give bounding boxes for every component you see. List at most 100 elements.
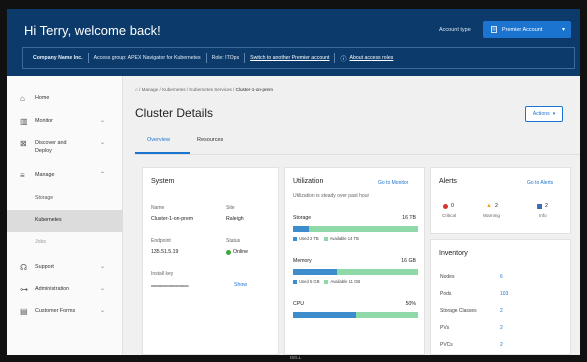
storage-label: Storage xyxy=(293,215,312,221)
storage-total: 16 TB xyxy=(402,215,416,221)
divider xyxy=(135,154,580,155)
home-icon: ⌂ xyxy=(20,94,25,103)
account-type-value: Premier Account xyxy=(502,26,543,33)
status-value: Online xyxy=(226,249,248,255)
breadcrumb-item[interactable]: Kubernetes Services xyxy=(189,87,231,92)
building-icon xyxy=(491,26,497,33)
switch-account-link[interactable]: Switch to another Premier account xyxy=(250,55,329,61)
inventory-label: Pods xyxy=(440,291,452,297)
company-name: Company Name Inc. xyxy=(33,55,83,61)
inventory-value-link[interactable]: 2 xyxy=(500,342,503,348)
go-to-monitor-link[interactable]: Go to Monitor xyxy=(378,180,408,186)
chevron-down-icon: ⌄ xyxy=(100,286,106,292)
divider xyxy=(205,53,207,63)
breadcrumb: ⌂ / Manage / Kubernetes / Kubernetes Ser… xyxy=(135,87,273,92)
storage-used-fill xyxy=(293,226,309,232)
admin-icon: ⊶ xyxy=(20,285,28,294)
available-swatch xyxy=(323,236,328,241)
access-group: Access group: APEX Navigator for Kuberne… xyxy=(93,55,201,61)
warning-icon: ▲ xyxy=(486,203,492,209)
inventory-title: Inventory xyxy=(439,250,468,257)
page-title: Cluster Details xyxy=(135,106,214,120)
breadcrumb-item[interactable]: Kubernetes xyxy=(162,87,186,92)
tab-overview[interactable]: Overview xyxy=(147,137,170,143)
app-screen: Hi Terry, welcome back! Account type Pre… xyxy=(7,9,580,355)
support-icon: ☊ xyxy=(20,263,28,272)
critical-label: Critical xyxy=(442,213,457,218)
info-icon xyxy=(537,203,542,209)
inventory-value-link[interactable]: 6 xyxy=(500,274,503,280)
sidebar-item-label: Administration xyxy=(35,286,70,292)
chevron-down-icon: ▾ xyxy=(561,27,565,33)
name-value: Cluster-1-on-prem xyxy=(151,216,194,222)
inventory-value-link[interactable]: 2 xyxy=(500,325,503,331)
sidebar-subitem-label: Kubernetes xyxy=(35,217,62,223)
sidebar-item-label: Manage xyxy=(35,172,55,178)
sidebar: ⌂ Home ▥ Monitor ⌄ ⊠ Discover and Deploy… xyxy=(7,76,123,355)
actions-button[interactable]: Actions ▾ xyxy=(525,106,563,122)
endpoint-value: 135.51.5.19 xyxy=(151,249,179,255)
memory-label: Memory xyxy=(293,258,312,264)
utilization-subtitle: Utilization is steady over past hour xyxy=(293,193,370,199)
info-count[interactable]: 2 xyxy=(537,203,548,209)
go-to-alerts-link[interactable]: Go to Alerts xyxy=(527,180,553,186)
inventory-value-link[interactable]: 2 xyxy=(500,308,503,314)
show-key-button[interactable]: Show xyxy=(234,282,247,288)
monitor-icon: ▥ xyxy=(20,117,28,126)
used-swatch xyxy=(293,236,297,241)
critical-count-value: 0 xyxy=(451,203,454,209)
inventory-value-link[interactable]: 103 xyxy=(500,291,508,297)
divider xyxy=(87,53,89,63)
memory-usage-bar xyxy=(293,269,418,275)
breadcrumb-item[interactable]: Manage xyxy=(142,87,159,92)
utilization-card: Utilization Go to Monitor Utilization is… xyxy=(284,167,425,355)
check-circle-icon xyxy=(226,249,231,255)
home-icon[interactable]: ⌂ xyxy=(135,87,138,92)
inventory-label: PVs xyxy=(440,325,450,331)
account-type-dropdown[interactable]: Premier Account ▾ xyxy=(483,21,571,38)
actions-label: Actions xyxy=(532,111,550,117)
site-label: Site xyxy=(226,205,235,211)
warning-label: Warning xyxy=(483,213,500,218)
storage-legend: Used 2 TB Available 14 TB xyxy=(293,236,359,241)
warning-count[interactable]: ▲ 2 xyxy=(486,203,498,209)
site-value: Raleigh xyxy=(226,216,244,222)
about-roles-link[interactable]: About access roles xyxy=(349,55,393,61)
sidebar-item-label: Home xyxy=(35,95,50,101)
discover-icon: ⊠ xyxy=(20,139,27,148)
sidebar-item-label: Discover and Deploy xyxy=(35,140,67,154)
sidebar-subitem-jobs[interactable]: Jobs xyxy=(7,232,123,254)
inventory-card: Inventory Nodes 6 Pods 103 Storage Class… xyxy=(430,239,571,355)
memory-legend: Used 5 GB Available 11 GB xyxy=(293,279,360,284)
chevron-down-icon: ⌄ xyxy=(100,118,106,124)
tab-resources[interactable]: Resources xyxy=(197,137,223,143)
sidebar-subitem-label: Storage xyxy=(35,195,54,201)
chevron-up-icon: ⌃ xyxy=(100,172,106,178)
install-key-value: •••••••••••••••••••••••••••••••••• xyxy=(151,283,189,288)
status-text: Online xyxy=(233,249,248,255)
chevron-down-icon: ▾ xyxy=(552,111,556,117)
top-header: Hi Terry, welcome back! Account type Pre… xyxy=(7,9,580,76)
inventory-label: Nodes xyxy=(440,274,455,280)
divider xyxy=(244,53,246,63)
install-key-label: Install key xyxy=(151,271,174,277)
sidebar-subitem-storage[interactable]: Storage xyxy=(7,188,123,210)
critical-icon xyxy=(443,203,448,209)
storage-usage-bar xyxy=(293,226,418,232)
status-label: Status xyxy=(226,238,241,244)
available-swatch xyxy=(324,279,329,284)
cpu-total: 50% xyxy=(405,301,416,307)
endpoint-label: Endpoint xyxy=(151,238,171,244)
cpu-usage-bar xyxy=(293,312,418,318)
memory-used-fill xyxy=(293,269,337,275)
breadcrumb-current: Cluster-1-on-prem xyxy=(235,87,273,92)
sidebar-subitem-kubernetes[interactable]: Kubernetes xyxy=(7,210,123,232)
warning-count-value: 2 xyxy=(494,203,498,209)
chevron-down-icon: ⌄ xyxy=(100,308,106,314)
alerts-card: Alerts Go to Alerts 0 Critical ▲ 2 Warni… xyxy=(430,167,571,234)
cpu-label: CPU xyxy=(293,301,304,307)
alerts-title: Alerts xyxy=(439,178,457,185)
account-context-bar: Company Name Inc. Access group: APEX Nav… xyxy=(22,47,575,69)
inventory-label: Storage Classes xyxy=(440,308,477,314)
critical-count[interactable]: 0 xyxy=(443,203,454,209)
